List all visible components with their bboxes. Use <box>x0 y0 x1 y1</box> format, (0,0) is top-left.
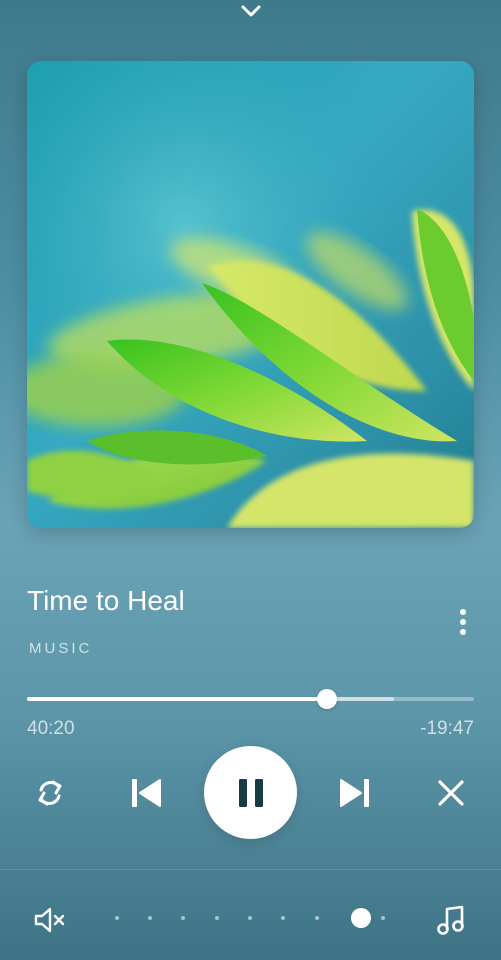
music-note-icon <box>437 905 464 935</box>
volume-dot <box>148 916 152 920</box>
previous-track-button[interactable] <box>125 772 167 814</box>
volume-slider[interactable] <box>100 906 400 930</box>
next-track-button[interactable] <box>334 772 376 814</box>
more-options-button[interactable] <box>448 604 478 640</box>
volume-dot <box>381 916 386 920</box>
progress-bar[interactable] <box>27 689 474 709</box>
divider <box>0 869 501 870</box>
elapsed-time: 40:20 <box>27 718 75 739</box>
volume-dot <box>248 916 252 920</box>
repeat-button[interactable] <box>30 773 70 813</box>
album-artwork <box>27 61 474 528</box>
progress-thumb[interactable] <box>317 689 338 709</box>
remaining-time: -19:47 <box>420 718 474 739</box>
volume-mute-icon <box>34 907 65 933</box>
more-vertical-icon <box>460 609 466 635</box>
repeat-icon <box>38 780 62 806</box>
play-pause-button[interactable] <box>204 746 297 839</box>
chevron-down-icon <box>241 5 261 17</box>
volume-dot <box>214 916 219 920</box>
mute-button[interactable] <box>30 902 70 938</box>
volume-dot <box>281 916 286 920</box>
close-icon <box>438 780 464 806</box>
track-title: Time to Heal <box>27 585 185 616</box>
collapse-button[interactable] <box>236 0 266 22</box>
skip-previous-icon <box>132 779 161 807</box>
progress-fill <box>27 697 328 701</box>
volume-dot <box>314 916 319 920</box>
close-button[interactable] <box>431 773 471 813</box>
volume-dot <box>114 916 119 920</box>
volume-dot <box>181 916 186 920</box>
volume-thumb[interactable] <box>351 908 371 928</box>
skip-next-icon <box>340 779 369 807</box>
pause-icon <box>238 778 263 807</box>
music-button[interactable] <box>432 901 470 939</box>
track-category: MUSIC <box>29 640 93 657</box>
